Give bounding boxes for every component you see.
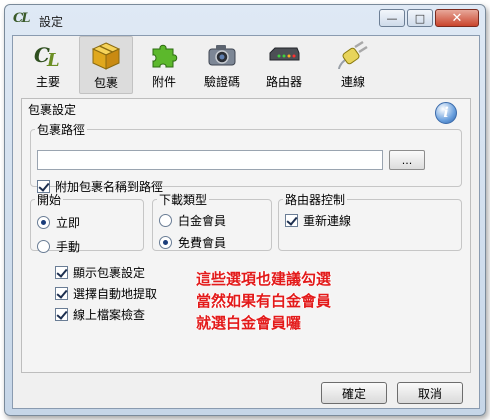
panel-title: 包裹設定 xyxy=(28,103,77,117)
puzzle-piece-icon xyxy=(147,40,181,70)
start-immediately-radio[interactable] xyxy=(37,216,50,229)
online-check-label: 線上檔案檢查 xyxy=(73,308,146,322)
minimize-button[interactable]: — xyxy=(379,9,405,27)
tab-captcha-label: 驗證碼 xyxy=(203,75,240,89)
svg-text:L: L xyxy=(46,50,60,69)
start-immediately-option[interactable]: 立即 xyxy=(37,214,80,231)
annotation-line: 當然如果有白金會員 xyxy=(196,292,332,310)
auto-extract-option[interactable]: 選擇自動地提取 xyxy=(55,285,157,302)
reconnect-checkbox[interactable] xyxy=(285,214,298,227)
start-manual-label: 手動 xyxy=(56,240,81,254)
tab-connection-label: 連線 xyxy=(340,75,365,89)
category-toolbar: C L 主要 包裹 附件 驗證碼 路由器 連線 xyxy=(13,36,479,96)
dialog-client-area: C L 主要 包裹 附件 驗證碼 路由器 連線 包裹設定 i 包裹路徑 ... … xyxy=(12,35,480,409)
start-immediately-label: 立即 xyxy=(56,216,81,230)
annotation-line: 就選白金會員囉 xyxy=(196,314,302,332)
free-member-label: 免費會員 xyxy=(178,236,227,250)
package-box-icon xyxy=(89,41,123,71)
start-manual-option[interactable]: 手動 xyxy=(37,238,80,255)
router-icon xyxy=(267,40,301,70)
auto-extract-checkbox[interactable] xyxy=(55,287,68,300)
browse-button[interactable]: ... xyxy=(389,150,425,170)
tab-plugins-label: 附件 xyxy=(151,75,176,89)
tab-package[interactable]: 包裹 xyxy=(79,36,133,94)
start-legend: 開始 xyxy=(37,193,62,207)
tab-plugins[interactable]: 附件 xyxy=(137,36,191,94)
app-logo-icon: CL xyxy=(13,11,31,26)
tab-connection[interactable]: 連線 xyxy=(319,36,387,94)
tab-package-label: 包裹 xyxy=(93,76,118,90)
close-button[interactable]: ✕ xyxy=(435,9,479,27)
show-package-settings-option[interactable]: 顯示包裹設定 xyxy=(55,264,145,281)
title-bar: CL 設定 — □ ✕ xyxy=(5,5,485,35)
online-check-checkbox[interactable] xyxy=(55,308,68,321)
tab-router[interactable]: 路由器 xyxy=(253,36,315,94)
camera-icon xyxy=(205,40,239,70)
tab-main-label: 主要 xyxy=(35,75,60,89)
platinum-member-radio[interactable] xyxy=(159,214,172,227)
show-package-settings-label: 顯示包裹設定 xyxy=(73,266,146,280)
platinum-member-label: 白金會員 xyxy=(178,214,227,228)
red-annotation: 這些選項也建議勾選 當然如果有白金會員 就選白金會員囉 xyxy=(196,268,406,334)
plug-icon xyxy=(336,40,370,70)
cancel-button[interactable]: 取消 xyxy=(397,382,463,404)
cl-logo-icon: C L xyxy=(31,40,65,70)
ok-button[interactable]: 確定 xyxy=(321,382,387,404)
online-check-option[interactable]: 線上檔案檢查 xyxy=(55,306,145,323)
annotation-line: 這些選項也建議勾選 xyxy=(196,270,332,288)
settings-window: CL 設定 — □ ✕ C L 主要 包裹 附件 驗證碼 路由器 連線 包裹設定… xyxy=(4,4,486,416)
free-member-radio[interactable] xyxy=(159,236,172,249)
start-manual-radio[interactable] xyxy=(37,240,50,253)
maximize-button[interactable]: □ xyxy=(407,9,433,27)
package-path-group: 包裹路徑 ... 附加包裹名稱到路徑 xyxy=(30,121,462,194)
show-package-settings-checkbox[interactable] xyxy=(55,266,68,279)
start-group: 開始 立即 手動 xyxy=(30,191,144,254)
package-path-legend: 包裹路徑 xyxy=(37,123,86,137)
window-title: 設定 xyxy=(39,15,64,29)
tab-main[interactable]: C L 主要 xyxy=(21,36,75,94)
tab-router-label: 路由器 xyxy=(265,75,302,89)
platinum-member-option[interactable]: 白金會員 xyxy=(159,212,226,229)
download-type-group: 下載類型 白金會員 免費會員 xyxy=(152,191,272,251)
free-member-option[interactable]: 免費會員 xyxy=(159,234,226,251)
router-control-legend: 路由器控制 xyxy=(285,193,346,207)
download-type-legend: 下載類型 xyxy=(159,193,208,207)
reconnect-option[interactable]: 重新連線 xyxy=(285,212,351,229)
router-control-group: 路由器控制 重新連線 xyxy=(278,191,462,251)
reconnect-label: 重新連線 xyxy=(303,214,352,228)
package-path-input[interactable] xyxy=(37,150,383,170)
auto-extract-label: 選擇自動地提取 xyxy=(73,287,158,301)
tab-captcha[interactable]: 驗證碼 xyxy=(195,36,249,94)
